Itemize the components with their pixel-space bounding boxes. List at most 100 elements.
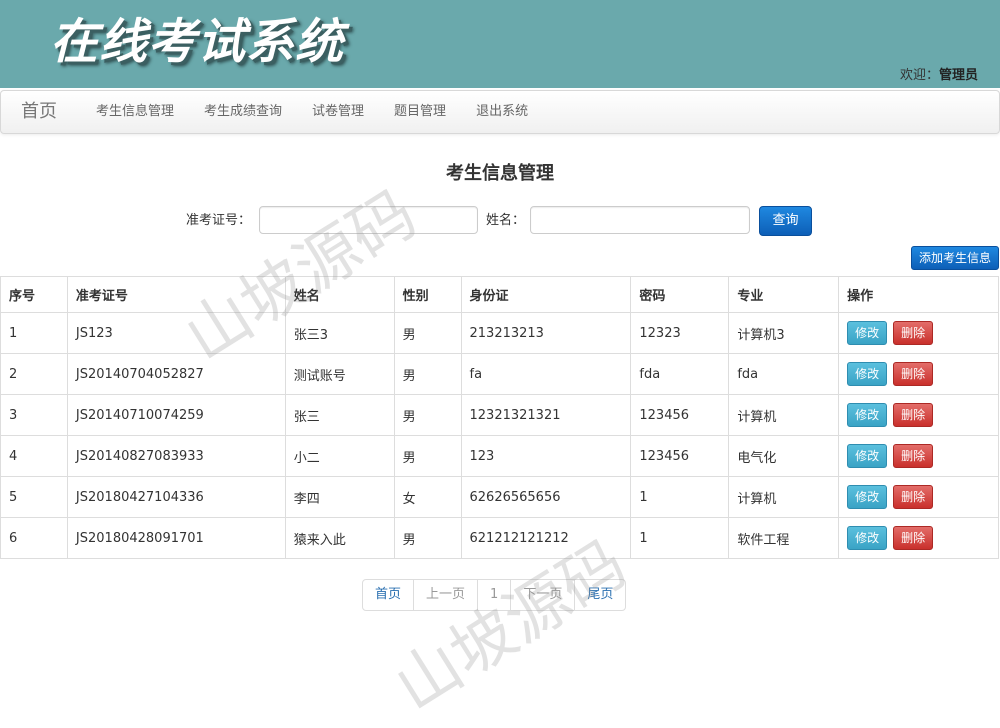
cell-ticket: JS20140710074259 — [66, 394, 286, 436]
welcome-text: 欢迎：管理员 — [900, 64, 978, 83]
delete-button[interactable]: 删除 — [893, 444, 934, 468]
nav-item-score-query[interactable]: 考生成绩查询 — [189, 91, 297, 133]
page-last-link[interactable]: 尾页 — [574, 580, 625, 610]
nav-item-logout[interactable]: 退出系统 — [461, 91, 543, 133]
page-current[interactable]: 1 — [477, 580, 510, 610]
delete-button[interactable]: 删除 — [893, 362, 934, 386]
page-first-link[interactable]: 首页 — [363, 580, 413, 610]
cell-index: 6 — [0, 517, 68, 559]
cell-name: 测试账号 — [284, 353, 395, 395]
page-prev-link[interactable]: 上一页 — [413, 580, 477, 610]
table-row: 3 JS20140710074259 张三 男 12321321321 1234… — [0, 394, 999, 436]
cell-gender: 男 — [393, 353, 462, 395]
cell-index: 4 — [0, 435, 68, 477]
cell-major: 计算机 — [728, 394, 840, 436]
ticket-label: 准考证号： — [186, 213, 252, 228]
col-header-ticket: 准考证号 — [66, 276, 286, 313]
nav-item-paper-manage[interactable]: 试卷管理 — [297, 91, 379, 133]
cell-index: 2 — [0, 353, 68, 395]
page-next-link[interactable]: 下一页 — [510, 580, 574, 610]
cell-major: 电气化 — [728, 435, 840, 477]
nav-menu: 考生信息管理 考生成绩查询 试卷管理 题目管理 退出系统 — [81, 91, 543, 133]
edit-button[interactable]: 修改 — [847, 485, 888, 509]
cell-password: 1 — [630, 517, 730, 559]
nav-item-question-manage[interactable]: 题目管理 — [379, 91, 461, 133]
cell-actions: 修改 删除 — [838, 394, 999, 436]
cell-major: 计算机 — [728, 476, 840, 518]
cell-password: 123456 — [630, 394, 730, 436]
col-header-idcard: 身份证 — [460, 276, 632, 313]
edit-button[interactable]: 修改 — [847, 321, 888, 345]
cell-index: 1 — [0, 312, 68, 354]
table-row: 6 JS20180428091701 猿来入此 男 621212121212 1… — [0, 517, 999, 559]
page-title: 考生信息管理 — [446, 163, 554, 184]
table-row: 5 JS20180427104336 李四 女 62626565656 1 计算… — [0, 476, 999, 518]
cell-ticket: JS20140827083933 — [66, 435, 286, 477]
cell-ticket: JS20180428091701 — [66, 517, 286, 559]
cell-name: 张三 — [284, 394, 395, 436]
cell-gender: 女 — [393, 476, 462, 518]
cell-ticket: JS123 — [66, 312, 286, 354]
cell-actions: 修改 删除 — [838, 435, 999, 477]
add-examinee-button[interactable]: 添加考生信息 — [911, 246, 999, 270]
cell-idcard: 62626565656 — [460, 476, 632, 518]
examinee-table: 序号 准考证号 姓名 性别 身份证 密码 专业 操作 1 JS123 张三3 男… — [0, 276, 999, 559]
cell-ticket: JS20140704052827 — [66, 353, 286, 395]
cell-actions: 修改 删除 — [838, 517, 999, 559]
edit-button[interactable]: 修改 — [847, 403, 888, 427]
table-row: 2 JS20140704052827 测试账号 男 fa fda fda 修改删… — [0, 353, 999, 395]
cell-actions: 修改 删除 — [838, 353, 999, 395]
edit-button[interactable]: 修改 — [847, 444, 888, 468]
edit-button[interactable]: 修改 — [847, 526, 888, 550]
table-row: 4 JS20140827083933 小二 男 123 123456 电气化 修… — [0, 435, 999, 477]
cell-major: 软件工程 — [728, 517, 840, 559]
nav-item-examinee-info[interactable]: 考生信息管理 — [81, 91, 189, 133]
col-header-name: 姓名 — [284, 276, 395, 313]
cell-name: 李四 — [284, 476, 395, 518]
cell-major: 计算机3 — [728, 312, 840, 354]
current-user: 管理员 — [938, 68, 978, 83]
cell-gender: 男 — [393, 435, 462, 477]
cell-idcard: 213213213 — [460, 312, 632, 354]
cell-idcard: 621212121212 — [460, 517, 632, 559]
col-header-actions: 操作 — [838, 276, 999, 313]
delete-button[interactable]: 删除 — [893, 485, 934, 509]
delete-button[interactable]: 删除 — [893, 321, 934, 345]
delete-button[interactable]: 删除 — [893, 403, 934, 427]
cell-idcard: fa — [460, 353, 632, 395]
cell-ticket: JS20180427104336 — [66, 476, 286, 518]
nav-brand-home[interactable]: 首页 — [21, 91, 57, 133]
system-title: 在线考试系统 — [50, 14, 345, 70]
cell-password: 123456 — [630, 435, 730, 477]
pagination: 首页 上一页 1 下一页 尾页 — [362, 579, 627, 611]
navbar: 首页 考生信息管理 考生成绩查询 试卷管理 题目管理 退出系统 — [0, 90, 1000, 134]
cell-actions: 修改 删除 — [838, 476, 999, 518]
ticket-input[interactable] — [259, 206, 478, 234]
cell-actions: 修改 删除 — [838, 312, 999, 354]
cell-gender: 男 — [393, 312, 462, 354]
cell-idcard: 12321321321 — [460, 394, 632, 436]
delete-button[interactable]: 删除 — [893, 526, 934, 550]
edit-button[interactable]: 修改 — [847, 362, 888, 386]
table-row: 1 JS123 张三3 男 213213213 12323 计算机3 修改 删除 — [0, 312, 999, 354]
col-header-major: 专业 — [728, 276, 840, 313]
cell-gender: 男 — [393, 517, 462, 559]
col-header-index: 序号 — [0, 276, 68, 313]
cell-index: 5 — [0, 476, 68, 518]
cell-idcard: 123 — [460, 435, 632, 477]
cell-name: 猿来入此 — [284, 517, 395, 559]
welcome-prefix: 欢迎： — [899, 68, 939, 83]
name-input[interactable] — [530, 206, 750, 234]
cell-name: 小二 — [284, 435, 395, 477]
cell-name: 张三3 — [284, 312, 395, 354]
cell-password: 12323 — [630, 312, 730, 354]
header-banner: 在线考试系统 欢迎：管理员 — [0, 0, 1000, 88]
cell-password: fda — [630, 353, 730, 395]
query-button[interactable]: 查询 — [759, 206, 812, 236]
col-header-password: 密码 — [630, 276, 730, 313]
cell-major: fda — [728, 353, 840, 395]
cell-index: 3 — [0, 394, 68, 436]
name-label: 姓名： — [486, 213, 526, 228]
cell-password: 1 — [630, 476, 730, 518]
cell-gender: 男 — [393, 394, 462, 436]
